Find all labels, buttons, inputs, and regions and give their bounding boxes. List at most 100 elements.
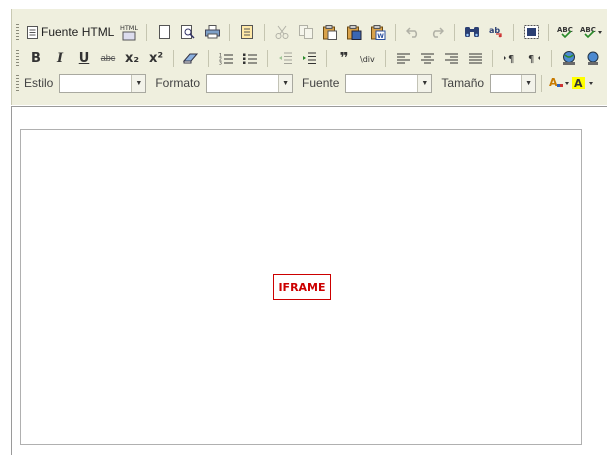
toolbar-separator [385, 49, 386, 67]
link-button[interactable] [558, 47, 580, 69]
toolbar-separator [229, 23, 231, 41]
text-color-icon: A [549, 76, 570, 89]
toolbar-row-1: Fuente HTML HTML W ab ABC ABC [12, 19, 604, 45]
select-all-icon [523, 25, 539, 39]
background-color-button[interactable]: A [572, 72, 594, 94]
spellcheck-button[interactable]: ABC [555, 21, 577, 43]
print-button[interactable] [201, 21, 223, 43]
svg-text:¶: ¶ [528, 54, 534, 64]
paste-icon [323, 24, 338, 40]
toolbar-separator [492, 49, 493, 67]
copy-icon [299, 25, 314, 39]
copy-button[interactable] [295, 21, 317, 43]
toolbar-separator [146, 23, 148, 41]
format-combo[interactable]: ▼ [206, 73, 294, 93]
size-combo[interactable]: ▼ [490, 73, 537, 93]
print-icon [204, 25, 220, 39]
paste-button[interactable] [319, 21, 341, 43]
numbered-list-button[interactable]: 123 [215, 47, 237, 69]
numbered-list-icon: 123 [219, 52, 233, 65]
html-preview-icon: HTML [120, 24, 139, 41]
unlink-icon [587, 51, 599, 65]
svg-text:\div: \div [360, 55, 375, 64]
replace-icon: ab [489, 26, 503, 38]
text-ltr-button[interactable]: ¶ [499, 47, 521, 69]
svg-text:W: W [377, 33, 384, 40]
link-icon [563, 50, 575, 65]
outdent-button[interactable] [274, 47, 296, 69]
html-badge-text: HTML [120, 24, 138, 32]
remove-format-button[interactable] [180, 47, 202, 69]
subscript-button[interactable]: x₂ [121, 47, 143, 69]
font-combo[interactable]: ▼ [345, 73, 433, 93]
text-ltr-icon: ¶ [504, 54, 514, 64]
style-label: Estilo [24, 76, 54, 90]
preview-icon [181, 25, 195, 39]
eraser-icon [183, 53, 199, 64]
text-color-button[interactable]: A [548, 72, 570, 94]
find-button[interactable] [461, 21, 483, 43]
toolbar-separator [267, 49, 268, 67]
blockquote-button[interactable]: ❞ [333, 47, 355, 69]
align-justify-button[interactable] [464, 47, 486, 69]
replace-button[interactable]: ab [485, 21, 507, 43]
paste-word-button[interactable]: W [367, 21, 389, 43]
undo-icon [406, 27, 418, 38]
iframe-placeholder[interactable]: IFRAME [20, 129, 582, 445]
superscript-button[interactable]: x² [145, 47, 167, 69]
iframe-label: IFRAME [273, 274, 331, 300]
toolbar-grip[interactable] [16, 75, 19, 91]
text-rtl-button[interactable]: ¶ [523, 47, 545, 69]
strikethrough-button[interactable]: abc [97, 47, 119, 69]
undo-button[interactable] [402, 21, 424, 43]
redo-icon [433, 27, 445, 38]
toolbar-separator [208, 49, 209, 67]
text-rtl-icon: ¶ [528, 54, 540, 64]
templates-icon [241, 25, 254, 39]
text-color-glyph: A [549, 76, 558, 89]
align-right-button[interactable] [440, 47, 462, 69]
indent-button[interactable] [298, 47, 320, 69]
editor-content-area[interactable]: IFRAME [11, 106, 607, 455]
toolbar-separator [264, 23, 266, 41]
align-justify-icon [468, 53, 482, 63]
spellcheck-abc-text: ABC [557, 26, 573, 34]
chevron-down-icon: ▼ [521, 74, 536, 92]
spellcheck-dropdown-icon: ABC [580, 26, 603, 39]
redo-button[interactable] [426, 21, 448, 43]
find-icon [465, 27, 480, 37]
preview-button[interactable] [177, 21, 199, 43]
chevron-down-icon: ▼ [278, 74, 293, 92]
toolbar-separator [548, 23, 550, 41]
paste-word-icon: W [370, 24, 386, 40]
spellcheck-dropdown-button[interactable]: ABC [579, 21, 603, 43]
toolbar-row-3: Estilo ▼ Formato ▼ Fuente ▼ Tamaño ▼ A A [12, 70, 595, 96]
align-center-button[interactable] [416, 47, 438, 69]
bold-button[interactable]: B [25, 47, 47, 69]
underline-button[interactable]: U [73, 47, 95, 69]
paste-text-icon [346, 24, 362, 40]
format-label: Formato [155, 76, 201, 90]
outdent-icon [279, 52, 292, 64]
source-html-button[interactable]: Fuente HTML [25, 21, 116, 43]
new-page-icon [158, 25, 170, 39]
templates-button[interactable] [236, 21, 258, 43]
align-left-button[interactable] [392, 47, 414, 69]
style-combo[interactable]: ▼ [59, 73, 147, 93]
source-icon [27, 25, 38, 39]
svg-text:¶: ¶ [508, 54, 514, 64]
italic-button[interactable]: I [49, 47, 71, 69]
toolbar-grip[interactable] [16, 24, 19, 40]
unlink-button[interactable] [582, 47, 604, 69]
bulleted-list-button[interactable] [239, 47, 261, 69]
paste-text-button[interactable] [343, 21, 365, 43]
cut-icon [275, 25, 289, 39]
toolbar-separator [513, 23, 515, 41]
source-html-label: Fuente HTML [41, 25, 115, 39]
html-preview-button[interactable]: HTML [118, 21, 140, 43]
create-div-button[interactable]: \div [357, 47, 379, 69]
toolbar-grip[interactable] [16, 50, 19, 66]
cut-button[interactable] [271, 21, 293, 43]
new-page-button[interactable] [153, 21, 175, 43]
select-all-button[interactable] [520, 21, 542, 43]
